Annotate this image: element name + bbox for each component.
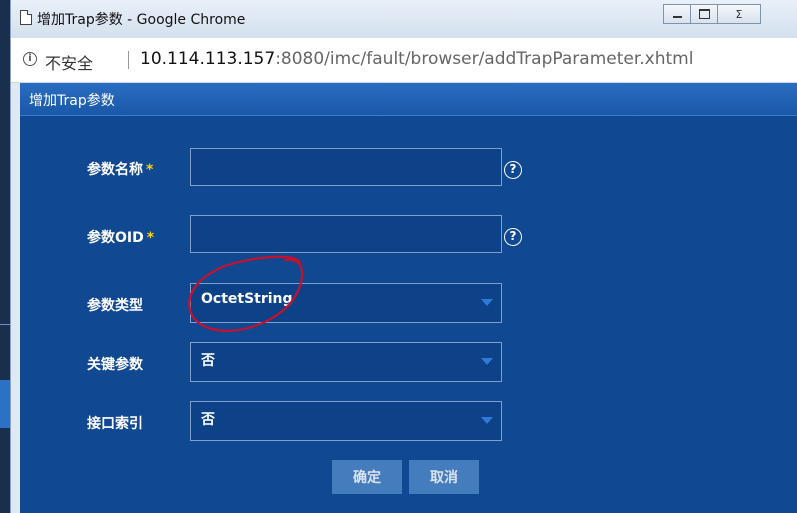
param-name-help-icon[interactable]: ? (504, 161, 522, 179)
title-bar: 增加Trap参数 - Google Chrome Σ (11, 0, 797, 38)
param-oid-label-text: 参数OID (87, 230, 144, 246)
param-oid-label: 参数OID * (87, 227, 154, 247)
key-param-value: 否 (201, 353, 215, 369)
restore-icon (698, 9, 710, 19)
key-param-label: 关键参数 (87, 357, 143, 373)
param-type-select[interactable]: OctetString (190, 283, 502, 323)
dialog-title: 增加Trap参数 (29, 93, 115, 109)
interface-index-select[interactable]: 否 (190, 401, 502, 441)
param-name-label: 参数名称 * (87, 159, 153, 179)
ok-button[interactable]: 确定 (332, 460, 402, 494)
close-icon: Σ (735, 7, 743, 21)
required-mark: * (146, 230, 155, 246)
dropdown-arrow-icon (481, 358, 493, 365)
param-name-label-text: 参数名称 (87, 162, 143, 178)
param-name-input[interactable] (190, 148, 502, 186)
dropdown-arrow-icon (481, 417, 493, 424)
security-status[interactable]: 不安全 (45, 50, 93, 74)
page-icon (20, 10, 32, 25)
restore-button[interactable] (690, 4, 718, 24)
param-oid-help-icon[interactable]: ? (504, 228, 522, 246)
window-title: 增加Trap参数 - Google Chrome (37, 12, 246, 28)
required-mark: * (146, 162, 154, 178)
minimize-button[interactable] (663, 4, 691, 24)
window-controls: Σ (663, 4, 761, 24)
url-text[interactable]: 10.114.113.157:8080/imc/fault/browser/ad… (140, 49, 693, 69)
key-param-select[interactable]: 否 (190, 342, 502, 382)
url-path: :8080/imc/fault/browser/addTrapParameter… (275, 49, 694, 69)
dropdown-arrow-icon (481, 299, 493, 306)
cancel-button[interactable]: 取消 (409, 460, 479, 494)
background-divider (0, 324, 10, 325)
close-button[interactable]: Σ (717, 4, 761, 24)
background-accent (0, 380, 10, 428)
background-strip (0, 0, 10, 513)
param-type-value: OctetString (201, 291, 293, 307)
address-separator (128, 51, 129, 69)
url-host: 10.114.113.157 (140, 49, 276, 69)
param-type-label: 参数类型 (87, 298, 143, 314)
address-bar[interactable]: i 不安全 10.114.113.157:8080/imc/fault/brow… (11, 38, 797, 83)
param-oid-input[interactable] (190, 215, 502, 253)
interface-index-label: 接口索引 (87, 416, 143, 432)
browser-window: 增加Trap参数 - Google Chrome Σ i 不安全 10.114.… (10, 0, 797, 513)
interface-index-value: 否 (201, 412, 215, 428)
dialog-header: 增加Trap参数 (20, 83, 797, 116)
minimize-icon (672, 16, 682, 18)
info-icon[interactable]: i (23, 52, 37, 66)
add-trap-parameter-dialog: 增加Trap参数 参数名称 * ? 参数OID * ? 参数类型 OctetStri… (20, 83, 797, 513)
